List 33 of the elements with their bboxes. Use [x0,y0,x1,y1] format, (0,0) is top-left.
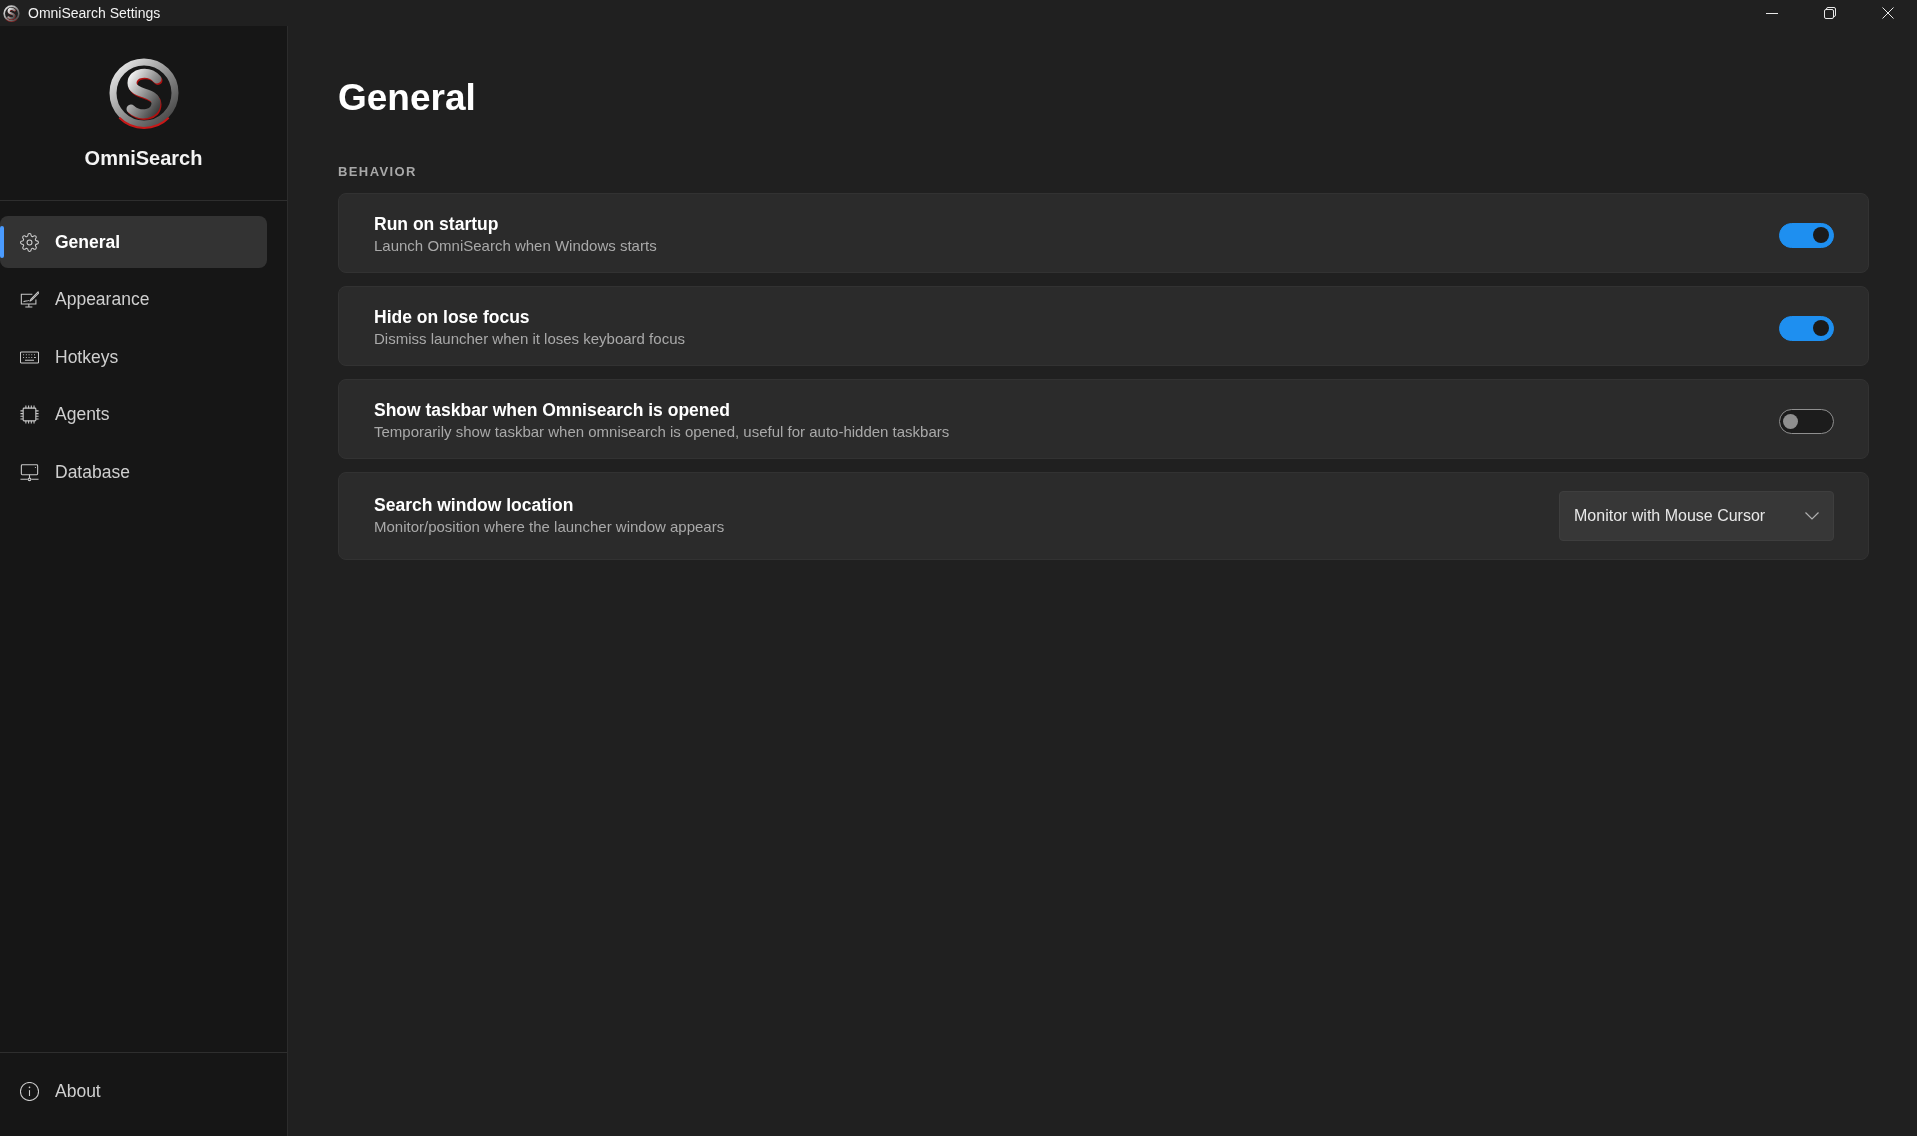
sidebar-item[interactable]: Hotkeys [0,331,267,383]
dropdown[interactable]: Monitor with Mouse Cursor [1559,491,1834,541]
window-title: OmniSearch Settings [28,5,161,21]
chip-icon [20,405,39,424]
app-name: OmniSearch [84,146,203,170]
sidebar-item[interactable]: General [0,216,267,268]
desktop-icon [20,462,39,482]
sidebar-item[interactable]: Database [0,446,267,498]
info-icon [20,1081,39,1101]
sidebar-item[interactable]: About [0,1065,267,1117]
sidebar-item[interactable]: Agents [0,388,267,441]
close-icon [1882,7,1894,19]
setting-title: Hide on lose focus [374,306,531,328]
page-title: General [338,76,477,120]
setting-description: Launch OmniSearch when Windows starts [374,236,657,256]
monitor-brush-icon [20,290,39,309]
setting-title: Run on startup [374,213,500,235]
sidebar-item[interactable]: Appearance [0,273,267,326]
toggle-switch[interactable] [1779,315,1834,341]
setting-description: Dismiss launcher when it loses keyboard focus [374,329,685,349]
setting-description: Monitor/position where the launcher window appears [374,517,725,537]
chevron-down-icon [1805,512,1819,520]
logo-icon [107,57,180,129]
app-logo-icon [3,4,20,22]
section-heading: BEHAVIOR [338,164,418,180]
gear-icon [20,232,39,252]
restore-icon [1824,7,1836,19]
setting-title: Search window location [374,494,575,516]
toggle-switch[interactable] [1779,222,1834,248]
setting-title: Show taskbar when Omnisearch is opened [374,399,731,421]
minimize-icon [1766,12,1778,14]
toggle-switch[interactable] [1779,408,1834,434]
setting-description: Temporarily show taskbar when omnisearch is opened, useful for auto-hidden taskbars [374,422,950,442]
